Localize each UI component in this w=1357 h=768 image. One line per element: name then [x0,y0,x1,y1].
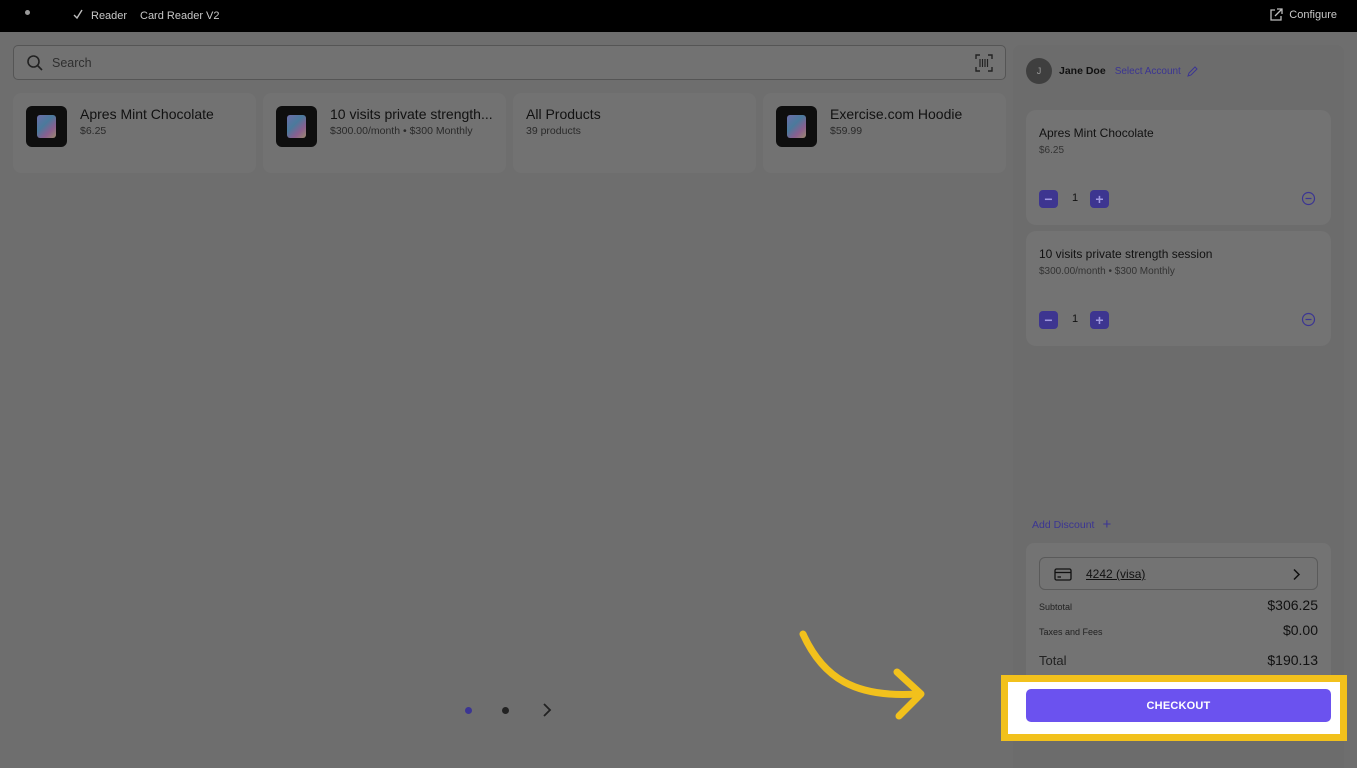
external-link-icon [1270,8,1283,21]
select-account-link[interactable]: Select Account [1115,66,1181,77]
back-dot-icon[interactable] [25,10,30,15]
top-bar: Reader Card Reader V2 Configure [0,0,1357,32]
taxes-row: Taxes and Fees $0.00 [1039,622,1318,638]
card-reader-label[interactable]: Card Reader V2 [140,10,220,22]
product-price: $6.25 [80,125,107,137]
add-discount-label: Add Discount [1032,519,1095,531]
search-icon [27,55,43,71]
product-name: Apres Mint Chocolate [80,106,214,122]
total-label: Total [1039,653,1067,668]
add-discount-link[interactable]: Add Discount + [1032,516,1112,533]
increase-qty-button[interactable]: + [1090,311,1109,329]
decrease-qty-button[interactable]: − [1039,190,1058,208]
remove-circle-icon[interactable] [1301,191,1316,206]
credit-card-icon [1054,568,1072,581]
all-products-tile[interactable]: All Products 39 products [513,93,756,173]
search-input[interactable] [52,53,952,73]
page-dot[interactable] [502,707,509,714]
product-tile[interactable]: Exercise.com Hoodie $59.99 [763,93,1006,173]
subtotal-value: $306.25 [1267,597,1318,613]
subtotal-label: Subtotal [1039,602,1073,612]
cart-item-name: 10 visits private strength session [1039,247,1213,261]
taxes-label: Taxes and Fees [1039,627,1103,637]
product-thumbnail [276,106,317,147]
product-thumbnail [776,106,817,147]
payment-method-selector[interactable]: 4242 (visa) [1039,557,1318,590]
checkout-button[interactable]: CHECKOUT [1026,689,1331,722]
check-icon [73,9,83,20]
product-search-bar [13,45,1006,80]
product-tile[interactable]: 10 visits private strength... $300.00/mo… [263,93,506,173]
product-name: All Products [526,106,601,122]
pencil-icon[interactable] [1187,65,1198,77]
total-value: $190.13 [1267,652,1318,668]
chevron-right-icon[interactable] [540,702,554,718]
customer-name: Jane Doe [1059,65,1106,77]
product-price: $59.99 [830,125,863,137]
cart-item-price: $6.25 [1039,145,1065,156]
avatar: J [1026,58,1052,84]
total-row: Total $190.13 [1039,652,1318,668]
configure-label: Configure [1289,9,1337,21]
product-name: Exercise.com Hoodie [830,106,963,122]
product-thumbnail [26,106,67,147]
reader-status-label: Reader [91,10,128,22]
product-name: 10 visits private strength... [330,106,493,122]
configure-link[interactable]: Configure [1269,8,1337,22]
cart-item: Apres Mint Chocolate $6.25 − 1 + [1026,110,1331,225]
annotation-arrow [799,630,925,720]
cart-item: 10 visits private strength session $300.… [1026,231,1331,346]
quantity-value: 1 [1072,313,1079,325]
cart-item-name: Apres Mint Chocolate [1039,126,1154,140]
quantity-value: 1 [1072,192,1079,204]
increase-qty-button[interactable]: + [1090,190,1109,208]
cart-item-price: $300.00/month • $300 Monthly [1039,266,1175,277]
account-selector: J Jane Doe Select Account [1026,58,1198,84]
page-dot-active[interactable] [465,707,472,714]
remove-circle-icon[interactable] [1301,312,1316,327]
taxes-value: $0.00 [1282,622,1318,638]
product-tile[interactable]: Apres Mint Chocolate $6.25 [13,93,256,173]
decrease-qty-button[interactable]: − [1039,311,1058,329]
barcode-scan-icon[interactable] [975,54,993,72]
chevron-right-icon [1293,568,1301,581]
order-summary: 4242 (visa) Subtotal $306.25 Taxes and F… [1026,543,1331,683]
plus-icon: + [1102,516,1112,533]
product-price: $300.00/month • $300 Monthly [330,125,473,137]
subtotal-row: Subtotal $306.25 [1039,597,1318,613]
payment-card-label: 4242 (visa) [1086,567,1146,581]
product-count: 39 products [526,125,581,137]
